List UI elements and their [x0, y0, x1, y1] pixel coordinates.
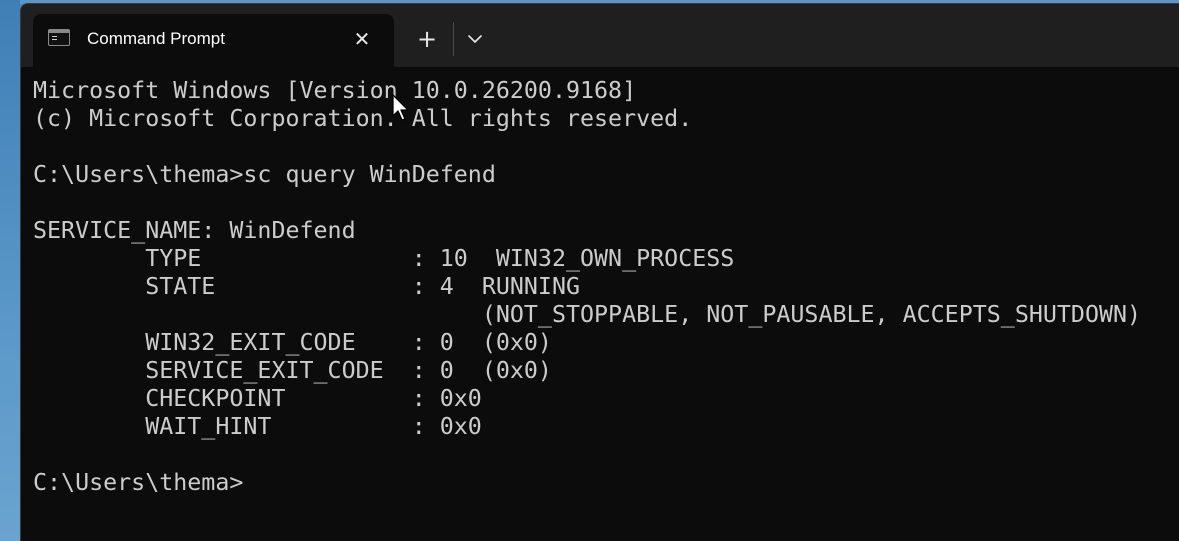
tab-title: Command Prompt: [87, 29, 225, 48]
terminal-line: TYPE : 10 WIN32_OWN_PROCESS: [33, 245, 735, 272]
close-icon[interactable]: ✕: [349, 26, 375, 52]
terminal-line: CHECKPOINT : 0x0: [33, 385, 482, 412]
terminal-line: SERVICE_EXIT_CODE : 0 (0x0): [33, 357, 552, 384]
mouse-cursor-icon: [392, 94, 409, 121]
title-bar: Command Prompt ✕ +: [21, 4, 1179, 67]
terminal-line: WIN32_EXIT_CODE : 0 (0x0): [33, 329, 552, 356]
tab-command-prompt[interactable]: Command Prompt ✕: [33, 14, 394, 67]
terminal-text: Microsoft Windows [Version 10.0.26200.91…: [33, 77, 1141, 497]
terminal-line: C:\Users\thema>: [33, 469, 244, 496]
console-icon: [48, 29, 70, 46]
new-tab-button[interactable]: +: [412, 24, 442, 54]
terminal-line: (NOT_STOPPABLE, NOT_PAUSABLE, ACCEPTS_SH…: [33, 301, 1142, 328]
terminal-line: WAIT_HINT : 0x0: [33, 413, 482, 440]
chevron-down-icon[interactable]: [460, 24, 490, 54]
terminal-output[interactable]: Microsoft Windows [Version 10.0.26200.91…: [21, 67, 1179, 541]
terminal-line: C:\Users\thema>sc query WinDefend: [33, 161, 496, 188]
terminal-line: Microsoft Windows [Version 10.0.26200.91…: [33, 77, 637, 104]
terminal-line: SERVICE_NAME: WinDefend: [33, 217, 356, 244]
tab-separator: [453, 22, 454, 56]
terminal-line: STATE : 4 RUNNING: [33, 273, 581, 300]
terminal-line: (c) Microsoft Corporation. All rights re…: [33, 105, 693, 132]
desktop-background: [0, 0, 20, 541]
terminal-window: Command Prompt ✕ + Microsoft Windows [Ve…: [20, 3, 1179, 541]
